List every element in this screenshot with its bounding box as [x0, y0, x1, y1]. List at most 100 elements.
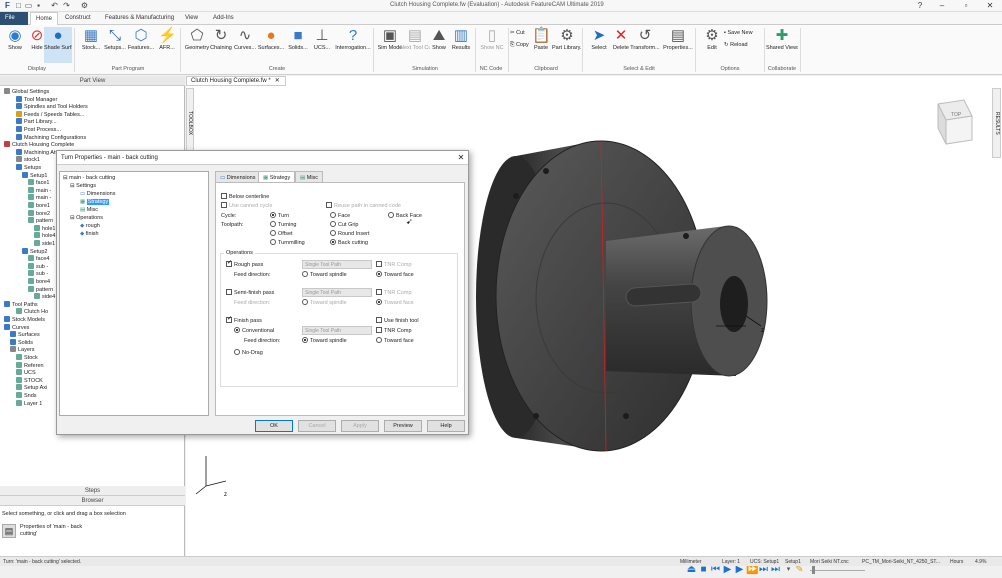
edit-options-button[interactable]: ⚙ Edit	[697, 27, 727, 63]
cut-button[interactable]: ✂ Cut	[510, 29, 525, 38]
part-library-button[interactable]: ⚙ Part Library...	[552, 27, 582, 63]
toolpath-cut-grip-radio[interactable]: Cut Grip	[330, 221, 358, 229]
speed-slider-track[interactable]	[810, 570, 865, 571]
tree-item-label: Feeds / Speeds Tables...	[24, 111, 85, 118]
save-icon[interactable]: ▪	[34, 1, 43, 10]
tree-item-label: Setups	[24, 165, 42, 171]
reuse-path-checkbox[interactable]: Reuse path in canned code	[326, 202, 401, 210]
semi-finish-toward-face-radio[interactable]: Toward face	[376, 299, 414, 307]
minimize-button[interactable]: –	[932, 0, 952, 12]
rough-tool-path-select[interactable]: Single Tool Path	[302, 260, 372, 269]
finish-toward-face-radio[interactable]: Toward face	[376, 337, 414, 345]
tree-finish[interactable]: ◆ finish	[80, 230, 99, 238]
toolpath-turning-radio[interactable]: Turning	[270, 221, 296, 229]
finish-tnr-comp-checkbox[interactable]: TNR Comp	[376, 327, 412, 335]
ucs-button[interactable]: ⊥ UCS...	[307, 27, 337, 63]
new-file-icon[interactable]: □	[14, 1, 23, 10]
cycle-turn-radio[interactable]: Turn	[270, 212, 289, 220]
open-file-icon[interactable]: ▭	[24, 1, 33, 10]
group-label-create: Create	[268, 66, 286, 72]
tree-dimensions[interactable]: ▭ Dimensions	[80, 190, 115, 198]
interrogation-button[interactable]: ? Interrogation...	[334, 27, 372, 63]
transform-button[interactable]: ↺ Transform...	[628, 27, 662, 63]
rough-toward-spindle-radio[interactable]: Toward spindle	[302, 271, 347, 279]
cycle-back-face-radio[interactable]: Back Face	[388, 212, 422, 220]
tab-add-ins[interactable]: Add-Ins	[208, 12, 239, 25]
redo-icon[interactable]: ↷	[62, 1, 71, 10]
tree-settings[interactable]: ⊟ Settings	[70, 182, 96, 190]
use-finish-tool-checkbox[interactable]: Use finish tool	[376, 317, 419, 325]
tab-file[interactable]: File	[0, 12, 28, 25]
group-separator	[582, 28, 583, 72]
tab-view[interactable]: View	[180, 12, 203, 25]
toolpath-round-insert-radio[interactable]: Round Insert	[330, 230, 370, 238]
ok-button[interactable]: OK	[255, 420, 293, 432]
help-button[interactable]: Help	[427, 420, 465, 432]
tree-item-label: pattern	[36, 218, 54, 225]
steps-tab[interactable]: Steps	[0, 486, 185, 496]
tree-misc[interactable]: ▤ Misc	[80, 206, 98, 214]
close-tab-icon[interactable]: ✕	[275, 78, 280, 84]
shade-surfaces-button[interactable]: ●Shade Surfaces	[44, 27, 72, 63]
toolpath-turnmilling-radio[interactable]: Turnmilling	[270, 239, 305, 247]
results-button[interactable]: ▥ Results	[446, 27, 476, 63]
reload-button[interactable]: ↻ Reload	[724, 41, 748, 50]
customize-icon[interactable]: ⚙	[80, 1, 89, 10]
semi-finish-pass-checkbox[interactable]: Semi-finish pass	[226, 289, 274, 297]
save-new-button[interactable]: ▪ Save New	[724, 29, 753, 38]
cancel-button[interactable]: Cancel	[298, 420, 336, 432]
finish-conventional-radio[interactable]: Conventional	[234, 327, 274, 335]
properties-button[interactable]: ▤ Properties...	[662, 27, 694, 63]
tab-construct[interactable]: Construct	[60, 12, 96, 25]
tree-rough[interactable]: ◆ rough	[80, 222, 100, 230]
speed-slider-thumb[interactable]	[812, 566, 815, 574]
surfaces-button[interactable]: ● Surfaces...	[256, 27, 286, 63]
finish-tool-path-select[interactable]: Single Tool Path	[302, 326, 372, 335]
apply-button[interactable]: Apply	[341, 420, 379, 432]
show-nc-button[interactable]: ▯ Show NC	[477, 27, 507, 63]
tree-item[interactable]: Layer 1	[16, 399, 42, 408]
afr-button[interactable]: ⚡ AFR...	[152, 27, 182, 63]
tree-node-icon	[4, 300, 10, 307]
tree-operations[interactable]: ⊟ Operations	[70, 214, 103, 222]
help-icon[interactable]: ?	[910, 0, 930, 12]
chaining-icon: ↻	[214, 27, 228, 44]
tree-item-label: Part Library...	[24, 119, 57, 126]
status-bar: Turn: 'main - back cutting' selected. Mi…	[0, 556, 1002, 566]
finish-toward-spindle-radio[interactable]: Toward spindle	[302, 337, 347, 345]
semi-finish-tnr-comp-checkbox[interactable]: TNR Comp	[376, 289, 412, 297]
close-window-button[interactable]: ✕	[980, 0, 1000, 12]
cycle-face-radio[interactable]: Face	[330, 212, 350, 220]
group-label-display: Display	[27, 66, 47, 72]
finish-pass-checkbox[interactable]: Finish pass	[226, 315, 262, 325]
preview-button[interactable]: Preview	[384, 420, 422, 432]
bolt-hole	[683, 233, 689, 239]
group-label-simulation: Simulation	[412, 66, 438, 72]
semi-finish-toward-spindle-radio[interactable]: Toward spindle	[302, 299, 347, 307]
toolpath-offset-radio[interactable]: Offset	[270, 230, 293, 238]
rough-pass-checkbox[interactable]: Rough pass	[226, 259, 263, 269]
ucs-icon: ⊥	[315, 27, 329, 44]
rough-tnr-comp-checkbox[interactable]: TNR Comp	[376, 261, 412, 269]
gear-icon: ⚙	[705, 27, 719, 44]
maximize-button[interactable]: ▫	[956, 0, 976, 12]
below-centerline-checkbox[interactable]: Below centerline	[221, 193, 269, 201]
tab-home[interactable]: Home	[30, 12, 59, 25]
dialog-close-button[interactable]: ✕	[455, 152, 467, 164]
use-canned-cycle-checkbox[interactable]: Use canned cycle	[221, 202, 272, 210]
undo-icon[interactable]: ↶	[50, 1, 59, 10]
toolpath-back-cutting-radio[interactable]: Back cutting	[330, 239, 368, 247]
view-cube[interactable]: TOP	[937, 99, 973, 145]
tab-features-manufacturing[interactable]: Features & Manufacturing	[100, 12, 179, 25]
finish-no-drag-radio[interactable]: No-Drag	[234, 349, 263, 357]
view-cube-label: TOP	[951, 112, 962, 118]
tree-item-label: face1	[36, 180, 50, 187]
shared-views-button[interactable]: ✚ Shared Views	[766, 27, 798, 63]
browser-tab[interactable]: Browser	[0, 496, 185, 506]
document-tab[interactable]: Clutch Housing Complete.fw * ✕	[186, 76, 286, 86]
semi-finish-tool-path-select[interactable]: Single Tool Path	[302, 288, 372, 297]
tree-item-label: main -	[36, 195, 52, 202]
rough-toward-face-radio[interactable]: Toward face	[376, 271, 414, 279]
tree-strategy[interactable]: ▦ Strategy	[80, 198, 110, 206]
tree-root[interactable]: ⊟ main - back cutting	[63, 174, 115, 182]
